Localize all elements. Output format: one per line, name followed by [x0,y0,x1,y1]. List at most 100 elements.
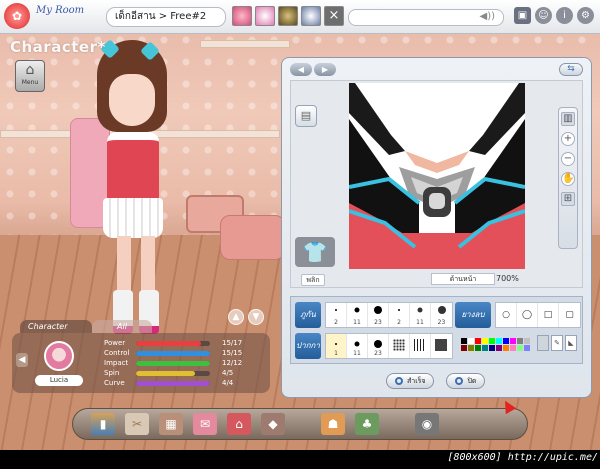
color-swatch[interactable] [524,345,530,351]
color-swatch[interactable] [489,338,495,344]
color-swatch[interactable] [496,345,502,351]
color-swatch[interactable] [517,345,523,351]
design-icon[interactable]: ✂ [125,413,149,435]
pen-size-option[interactable]: 1 [326,334,347,358]
character-name: Lucia [35,375,83,386]
brush-size-option[interactable]: 11 [410,303,431,327]
tab-all[interactable]: All [92,320,152,333]
fit-icon[interactable]: ⊞ [561,192,575,206]
confirm-label: สำเร็จ [407,377,426,385]
color-swatch[interactable] [524,338,530,344]
color-swatch[interactable] [503,338,509,344]
book-icon[interactable]: ▮ [91,413,115,435]
pattern-option[interactable] [389,334,410,358]
confirm-button[interactable]: สำเร็จ [386,373,435,389]
pen-size-value: 23 [374,350,382,357]
stat-bar-fill [136,370,196,376]
shirt-icon[interactable]: 👕 [295,237,335,267]
view-side-label[interactable]: ด้านหน้า [431,273,495,285]
brush-size-option[interactable]: 23 [368,303,389,327]
color-swatch[interactable] [475,338,481,344]
current-color-icon[interactable] [537,335,549,351]
person-icon[interactable]: ☺ [535,7,552,24]
option-icon[interactable]: ◉ [415,413,439,435]
undo-arrow-icon[interactable]: ◀ [290,63,312,76]
brush-size-option[interactable]: 2 [389,303,410,327]
brush-dot-icon [398,309,400,311]
resolution-watermark: [800x600] http://upic.me/ [447,452,598,463]
zoom-in-icon[interactable]: + [561,132,575,146]
chevron-left-icon[interactable]: ◀ [16,353,28,367]
market-icon[interactable]: ♣ [355,413,379,435]
shop-icon[interactable]: ☗ [321,413,345,435]
brush-size-value: 23 [437,319,446,326]
pattern-option[interactable] [410,334,431,358]
texture-canvas[interactable] [349,83,525,269]
color-swatch[interactable] [503,345,509,351]
stat-tabs: Character All [20,320,152,333]
friend-avatar[interactable] [278,6,298,26]
close-icon[interactable]: × [324,6,344,26]
stat-value: 15/15 [222,349,243,357]
brush-size-option[interactable]: 11 [347,303,368,327]
chat-input[interactable]: ◀)) [348,9,504,26]
fill-icon[interactable]: ◣ [565,335,577,351]
color-swatch[interactable] [468,338,474,344]
color-swatch[interactable] [510,338,516,344]
save-icon[interactable]: ▤ [295,105,317,127]
eraser-large-icon[interactable]: ◯ [517,303,538,327]
tab-character[interactable]: Character [20,320,92,333]
confirm-circle-icon [395,377,403,385]
settings-icon[interactable]: ⚙ [577,7,594,24]
brush-dot-icon [437,306,446,314]
pen-size-option[interactable]: 11 [347,334,368,358]
wood-beam [200,40,290,48]
gift-icon[interactable]: ✉ [193,413,217,435]
brush-sizes: 2 11 23 2 11 23 [325,302,453,328]
color-swatch[interactable] [475,345,481,351]
color-swatch[interactable] [461,345,467,351]
color-swatch[interactable] [496,338,502,344]
friend-avatar[interactable] [255,6,275,26]
color-swatch[interactable] [468,345,474,351]
menu-button[interactable]: ⌂ Menu [15,60,45,92]
close-button[interactable]: ปิด [446,373,486,389]
grid-icon[interactable]: ▥ [561,112,575,126]
brush-size-value: 11 [353,319,361,326]
brush-size-option[interactable]: 23 [431,303,452,327]
color-swatch[interactable] [482,338,488,344]
stat-row: Power 15/17 [104,338,264,348]
color-swatch[interactable] [489,345,495,351]
info-icon[interactable]: i [556,7,573,24]
eraser-small-icon[interactable]: ○ [496,303,517,327]
item-icon[interactable]: ◆ [261,413,285,435]
game-logo[interactable]: ✿ [4,3,30,29]
color-swatch[interactable] [517,338,523,344]
redo-arrow-icon[interactable]: ▶ [314,63,336,76]
my-room-title[interactable]: My Room [36,6,84,16]
color-swatch[interactable] [461,338,467,344]
character-avatar[interactable] [85,39,185,350]
friend-avatar[interactable] [232,6,252,26]
window-icon[interactable]: ▣ [514,7,531,24]
color-swatch[interactable] [510,345,516,351]
stat-bar [136,380,210,386]
swap-icon[interactable]: ⇆ [559,63,583,76]
flip-button[interactable]: พลิก [301,274,325,286]
pattern-option[interactable] [431,334,452,358]
brush-size-value: 11 [416,319,424,326]
hand-icon[interactable]: ✋ [561,172,575,186]
eraser-square-small-icon[interactable]: □ [538,303,559,327]
brush-size-option[interactable]: 2 [326,303,347,327]
friend-avatar[interactable] [301,6,321,26]
wardrobe-icon[interactable]: ▦ [159,413,183,435]
color-swatch[interactable] [482,345,488,351]
eraser-square-large-icon[interactable]: ▢ [559,303,580,327]
pen-size-option[interactable]: 23 [368,334,389,358]
stat-value: 12/12 [222,359,243,367]
zoom-out-icon[interactable]: − [561,152,575,166]
eyedropper-icon[interactable]: ✎ [551,335,563,351]
volume-icon[interactable]: ◀)) [480,11,496,22]
channel-selector[interactable]: เด็กอีสาน > Free#2 [106,7,226,27]
house-icon[interactable]: ⌂ [227,413,251,435]
